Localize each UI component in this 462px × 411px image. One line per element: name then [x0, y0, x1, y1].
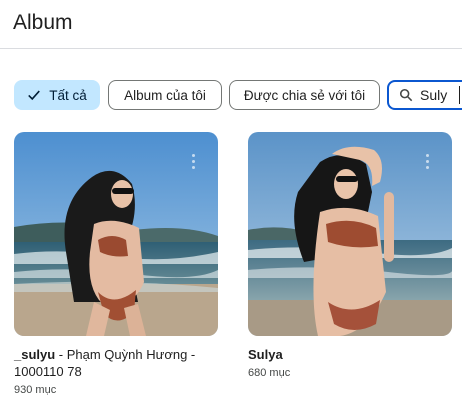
album-cover[interactable] [14, 132, 218, 336]
filter-chip-my-albums[interactable]: Album của tôi [108, 80, 222, 110]
page-title: Album [13, 11, 73, 34]
album-search-input[interactable] [420, 87, 460, 103]
album-card[interactable]: _sulyu - Phạm Quỳnh Hương - 1000110 78 9… [14, 132, 218, 396]
album-search-box[interactable] [387, 80, 462, 110]
search-icon [399, 88, 413, 102]
more-vertical-icon[interactable] [192, 154, 196, 170]
album-title: _sulyu - Phạm Quỳnh Hương - 1000110 78 [14, 346, 218, 380]
album-item-count: 680 mục [248, 367, 291, 379]
album-title-bold: Sulya [248, 347, 283, 362]
filter-chip-all[interactable]: Tất cả [14, 80, 100, 110]
more-vertical-icon[interactable] [426, 154, 430, 170]
album-cover[interactable] [248, 132, 452, 336]
filter-chip-my-albums-label: Album của tôi [124, 87, 206, 103]
filter-chip-shared-with-me[interactable]: Được chia sẻ với tôi [229, 80, 380, 110]
text-cursor [459, 86, 460, 104]
filter-chip-all-label: Tất cả [49, 87, 87, 103]
album-cover-photo [248, 132, 452, 336]
header-divider [0, 48, 462, 49]
album-card[interactable]: Sulya 680 mục [248, 132, 452, 379]
album-item-count: 930 mục [14, 384, 57, 396]
album-cover-photo [14, 132, 218, 336]
check-icon [28, 90, 41, 101]
album-title: Sulya [248, 346, 452, 363]
filter-bar: Tất cả Album của tôi Được chia sẻ với tô… [14, 80, 462, 110]
filter-chip-shared-label: Được chia sẻ với tôi [243, 87, 366, 103]
album-title-bold: _sulyu [14, 347, 56, 362]
